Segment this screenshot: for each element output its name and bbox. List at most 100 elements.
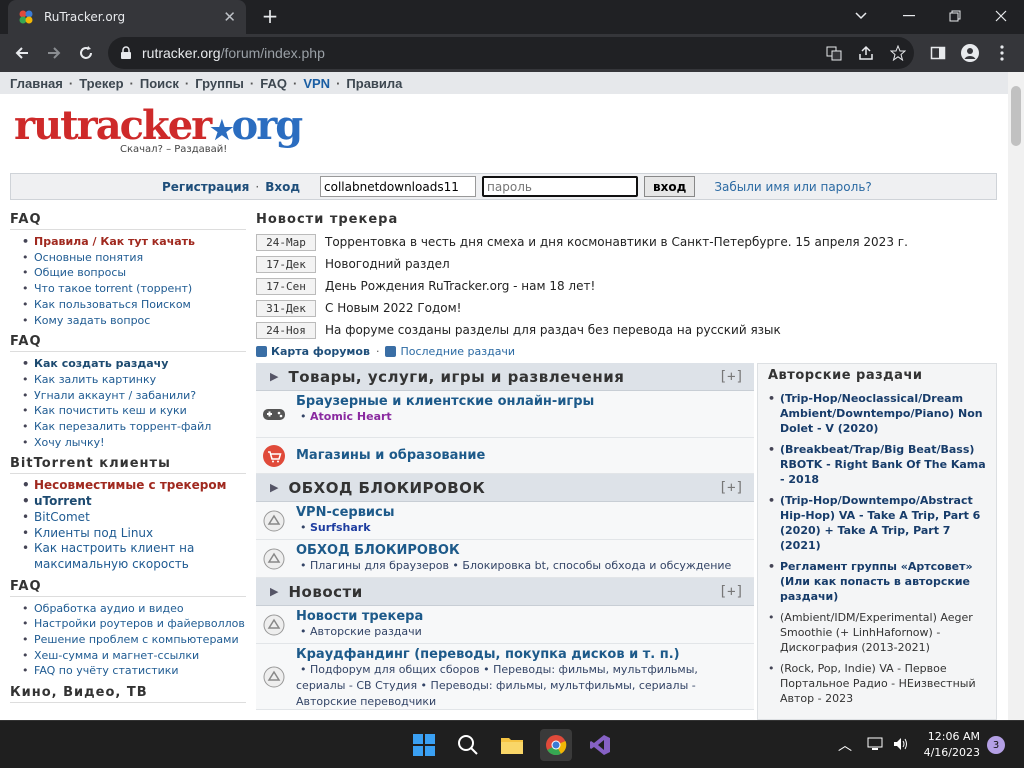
sidebar-link[interactable]: uTorrent	[22, 494, 246, 510]
nav-faq[interactable]: FAQ	[260, 76, 287, 91]
close-tab-icon[interactable]: ✕	[223, 8, 236, 26]
subforum-link[interactable]: Плагины для браузеров	[310, 559, 449, 572]
news-link[interactable]: День Рождения RuTracker.org - нам 18 лет…	[325, 279, 595, 293]
sidebar-link[interactable]: Угнали аккаунт / забанили?	[22, 388, 246, 404]
nav-vpn[interactable]: VPN	[303, 76, 330, 91]
new-tab-button[interactable]: +	[258, 4, 282, 28]
register-link[interactable]: Регистрация	[162, 180, 249, 194]
scrollbar-thumb[interactable]	[1011, 86, 1021, 146]
search-icon[interactable]	[452, 729, 484, 761]
username-input[interactable]	[320, 176, 477, 197]
category-header[interactable]: ▶ Новости [+]	[256, 578, 754, 606]
news-link[interactable]: Торрентовка в честь дня смеха и дня косм…	[325, 235, 908, 249]
sidebar-link[interactable]: Клиенты под Linux	[22, 526, 246, 542]
tab-search-icon[interactable]	[838, 0, 884, 32]
subforum-link[interactable]: Atomic Heart	[310, 410, 392, 423]
forum-title-link[interactable]: Новости трекера	[296, 609, 750, 624]
login-submit-button[interactable]: вход	[644, 176, 696, 197]
sidebar-link[interactable]: Хочу лычку!	[22, 435, 246, 451]
password-input[interactable]	[482, 176, 639, 197]
minimize-button[interactable]	[886, 0, 932, 32]
expand-button[interactable]: [+]	[719, 369, 744, 385]
share-icon[interactable]	[854, 41, 878, 65]
sidebar-link[interactable]: Как пользоваться Поиском	[22, 297, 246, 313]
forward-icon[interactable]	[42, 41, 66, 65]
sidebar-rules-link[interactable]: Правила / Как тут качать	[22, 234, 246, 250]
forum-title-link[interactable]: Магазины и образование	[296, 448, 750, 463]
sidebar-link[interactable]: Решение проблем с компьютерами	[22, 632, 246, 648]
nav-tracker[interactable]: Трекер	[79, 76, 123, 91]
page-scrollbar[interactable]	[1008, 72, 1024, 720]
chrome-icon[interactable]	[540, 729, 572, 761]
system-clock[interactable]: 12:06 AM 4/16/2023	[916, 729, 980, 761]
address-bar[interactable]: rutracker.org/forum/index.php	[108, 37, 914, 69]
forum-links: Карта форумов · Последние раздачи	[256, 345, 515, 358]
news-link[interactable]: На форуме созданы разделы для раздач без…	[325, 323, 781, 337]
bookmark-star-icon[interactable]	[886, 41, 910, 65]
news-link[interactable]: Новогодний раздел	[325, 257, 450, 271]
sidebar-link[interactable]: Настройки роутеров и файерволлов	[22, 616, 246, 632]
login-link[interactable]: Вход	[265, 180, 300, 194]
site-logo[interactable]: rutracker★org Скачал? – Раздавай!	[14, 104, 303, 160]
author-release-link[interactable]: (Breakbeat/Trap/Big Beat/Bass) RBOTK - R…	[768, 442, 986, 487]
profile-icon[interactable]	[958, 41, 982, 65]
sidebar-link[interactable]: Хеш-сумма и магнет-ссылки	[22, 648, 246, 664]
chevron-up-icon[interactable]: ︿	[838, 735, 852, 755]
sidebar-link[interactable]: Как настроить клиент на максимальную ско…	[22, 541, 246, 572]
subforum-link[interactable]: Блокировка bt, способы обхода и обсужден…	[462, 559, 731, 572]
category-header[interactable]: ▶ ОБХОД БЛОКИРОВОК [+]	[256, 474, 754, 502]
subforum-link[interactable]: Подфорум для общих сборов	[310, 663, 480, 676]
forum-title-link[interactable]: Краудфандинг (переводы, покупка дисков и…	[296, 647, 750, 662]
windows-start-icon[interactable]	[408, 729, 440, 761]
nav-home[interactable]: Главная	[10, 76, 63, 91]
nav-rules[interactable]: Правила	[346, 76, 402, 91]
restore-button[interactable]	[932, 0, 978, 32]
forum-title-link[interactable]: Браузерные и клиентские онлайн-игры	[296, 394, 750, 409]
latest-releases-link[interactable]: Последние раздачи	[400, 345, 515, 358]
forum-map-link[interactable]: Карта форумов	[271, 345, 370, 358]
sidebar-link[interactable]: FAQ по учёту статистики	[22, 663, 246, 679]
subforum-link[interactable]: Surfshark	[310, 521, 371, 534]
lock-icon[interactable]	[120, 46, 132, 60]
sidebar-link[interactable]: Как создать раздачу	[22, 356, 246, 372]
notification-badge[interactable]: 3	[987, 736, 1005, 754]
author-release-link[interactable]: (Rock, Pop, Indie) VA - Первое Портально…	[768, 661, 986, 706]
reload-icon[interactable]	[74, 41, 98, 65]
browser-tab[interactable]: RuTracker.org ✕	[8, 0, 246, 34]
file-explorer-icon[interactable]	[496, 729, 528, 761]
news-link[interactable]: С Новым 2022 Годом!	[325, 301, 462, 315]
volume-icon[interactable]	[888, 731, 914, 757]
sidebar-link[interactable]: Несовместимые с трекером	[22, 478, 246, 494]
sidebar-link[interactable]: Обработка аудио и видео	[22, 601, 246, 617]
expand-button[interactable]: [+]	[719, 480, 744, 496]
close-window-button[interactable]	[978, 0, 1024, 32]
sidebar-link[interactable]: Как залить картинку	[22, 372, 246, 388]
forum-title-link[interactable]: ОБХОД БЛОКИРОВОК	[296, 543, 750, 558]
back-icon[interactable]	[10, 41, 34, 65]
sidebar-link[interactable]: Общие вопросы	[22, 265, 246, 281]
author-release-link[interactable]: (Trip-Hop/Neoclassical/Dream Ambient/Dow…	[768, 391, 986, 436]
menu-icon[interactable]	[990, 41, 1014, 65]
sidebar-link[interactable]: Что такое torrent (торрент)	[22, 281, 246, 297]
network-icon[interactable]	[862, 731, 888, 757]
author-release-link[interactable]: (Trip-Hop/Downtempo/Abstract Hip-Hop) VA…	[768, 493, 986, 553]
sidebar-link[interactable]: Кому задать вопрос	[22, 313, 246, 329]
expand-button[interactable]: [+]	[719, 584, 744, 600]
visual-studio-icon[interactable]	[584, 729, 616, 761]
nav-groups[interactable]: Группы	[195, 76, 244, 91]
forgot-password-link[interactable]: Забыли имя или пароль?	[714, 180, 871, 194]
forum-title-link[interactable]: VPN-сервисы	[296, 505, 750, 520]
sidebar-link[interactable]: BitComet	[22, 510, 246, 526]
windows-taskbar: ︿ 12:06 AM 4/16/2023 3	[0, 720, 1024, 768]
forum-folder-icon	[256, 644, 292, 709]
category-header[interactable]: ▶ Товары, услуги, игры и развлечения [+]	[256, 363, 754, 391]
side-panel-icon[interactable]	[926, 41, 950, 65]
subforum-link[interactable]: Авторские раздачи	[310, 625, 422, 638]
nav-search[interactable]: Поиск	[140, 76, 179, 91]
author-release-link[interactable]: Регламент группы «Артсовет» (Или как поп…	[768, 559, 986, 604]
sidebar-link[interactable]: Как почистить кеш и куки	[22, 403, 246, 419]
sidebar-link[interactable]: Как перезалить торрент-файл	[22, 419, 246, 435]
sidebar-link[interactable]: Основные понятия	[22, 250, 246, 266]
translate-icon[interactable]	[822, 41, 846, 65]
author-release-link[interactable]: (Ambient/IDM/Experimental) Aeger Smoothi…	[768, 610, 986, 655]
